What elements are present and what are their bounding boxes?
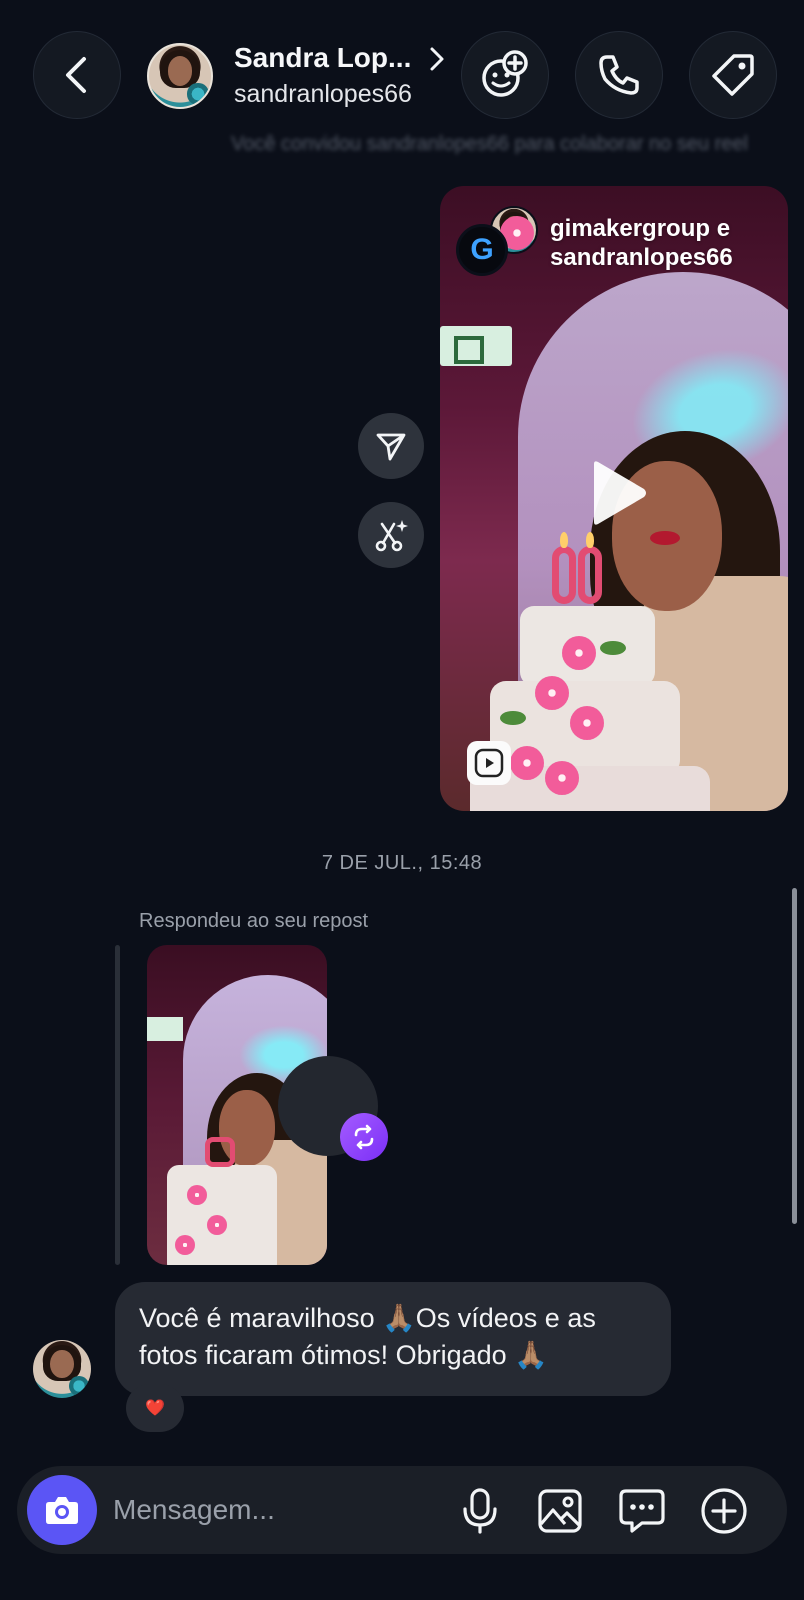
- reply-indicator-bar: [115, 945, 120, 1265]
- message-input[interactable]: [113, 1486, 433, 1534]
- message-bubble[interactable]: Você é maravilhoso 🙏🏽Os vídeos e as foto…: [115, 1282, 671, 1396]
- repost-icon: [354, 1124, 374, 1150]
- share-button[interactable]: [358, 413, 424, 479]
- message-timestamp: 7 DE JUL., 15:48: [321, 852, 483, 874]
- tag-button[interactable]: [689, 31, 777, 119]
- effects-button[interactable]: [461, 31, 549, 119]
- microphone-button[interactable]: [455, 1486, 505, 1536]
- profile-name[interactable]: Sandra Lop...: [234, 42, 411, 74]
- reel-icon: [467, 741, 511, 785]
- gimakergroup-logo: G: [456, 224, 508, 276]
- camera-button[interactable]: [27, 1475, 97, 1545]
- sender-avatar[interactable]: [33, 1340, 91, 1398]
- scrollbar[interactable]: [792, 888, 797, 1224]
- profile-username[interactable]: sandranlopes66: [234, 80, 412, 109]
- camera-icon: [46, 1497, 78, 1524]
- reply-context-label: Respondeu ao seu repost: [139, 910, 369, 932]
- chevron-left-icon: [66, 57, 86, 93]
- effects-add-icon: [482, 50, 528, 97]
- reel-authors[interactable]: gimakergroup e sandranlopes66: [550, 214, 780, 272]
- chat-header: Sandra Lop... sandranlopes66: [0, 0, 804, 140]
- heart-reaction[interactable]: ❤️: [126, 1384, 184, 1432]
- add-button[interactable]: [699, 1486, 749, 1536]
- message-composer: [17, 1466, 787, 1554]
- chat-bubble-icon: [619, 1489, 665, 1533]
- microphone-icon: [463, 1488, 497, 1534]
- play-icon[interactable]: [580, 458, 650, 528]
- back-button[interactable]: [33, 31, 121, 119]
- sticker-button[interactable]: [617, 1486, 667, 1536]
- profile-avatar[interactable]: [147, 43, 213, 109]
- plus-circle-icon: [701, 1488, 747, 1534]
- repost-badge: [340, 1113, 388, 1161]
- shared-reel[interactable]: G gimakergroup e sandranlopes66: [440, 186, 788, 811]
- remix-sparkle-icon: [375, 520, 408, 552]
- remix-button[interactable]: [358, 502, 424, 568]
- send-icon: [376, 433, 406, 461]
- gallery-button[interactable]: [535, 1486, 585, 1536]
- system-note: Você convidou sandranlopes66 para colabo…: [230, 133, 748, 155]
- reel-author-avatars[interactable]: G: [456, 206, 538, 276]
- tag-icon: [712, 54, 754, 96]
- image-icon: [538, 1489, 582, 1533]
- chevron-right-icon[interactable]: [429, 46, 445, 72]
- call-button[interactable]: [575, 31, 663, 119]
- bottom-safe-area: [0, 1560, 804, 1600]
- phone-icon: [599, 55, 639, 95]
